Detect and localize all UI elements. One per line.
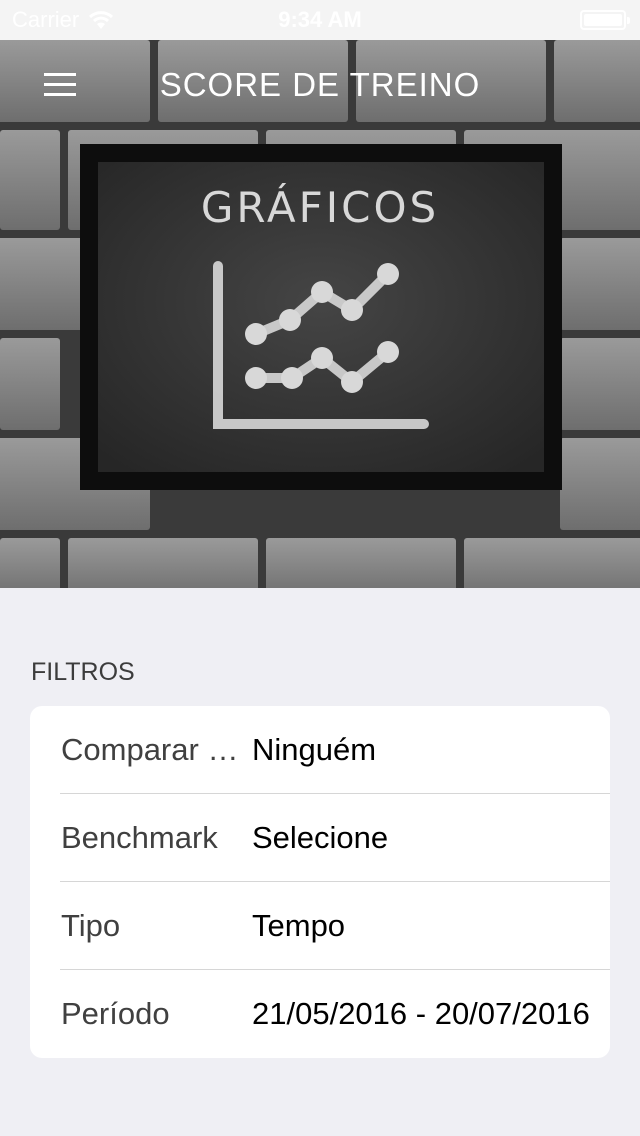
filter-label: Benchmark bbox=[61, 820, 218, 855]
board-title: GRÁFICOS bbox=[201, 182, 439, 232]
filter-value: 21/05/2016 - 20/07/2016 bbox=[252, 996, 590, 1031]
page-title: SCORE DE TREINO bbox=[159, 66, 481, 103]
navigation-bar: SCORE DE TREINO bbox=[0, 40, 640, 128]
filter-value: Tempo bbox=[252, 908, 346, 943]
filter-row-compare[interactable]: Comparar com Ninguém bbox=[30, 706, 610, 794]
filter-row-period[interactable]: Período 21/05/2016 - 20/07/2016 bbox=[30, 970, 610, 1058]
status-time: 9:34 AM bbox=[278, 7, 362, 32]
filters-header: FILTROS bbox=[31, 658, 135, 686]
status-bar: Carrier 9:34 AM bbox=[0, 0, 640, 40]
filter-label: Período bbox=[61, 996, 170, 1031]
filter-value: Ninguém bbox=[252, 732, 377, 767]
hero-banner: GRÁFICOS SCORE DE TREINO bbox=[0, 40, 640, 588]
filter-label: Comparar com bbox=[61, 732, 247, 767]
battery-icon bbox=[580, 10, 630, 30]
filters-card: Comparar com Ninguém Benchmark Selecione… bbox=[30, 706, 610, 1058]
filter-value: Selecione bbox=[252, 820, 389, 855]
filter-label: Tipo bbox=[61, 908, 121, 943]
filter-row-benchmark[interactable]: Benchmark Selecione bbox=[30, 794, 610, 882]
filter-row-type[interactable]: Tipo Tempo bbox=[30, 882, 610, 970]
